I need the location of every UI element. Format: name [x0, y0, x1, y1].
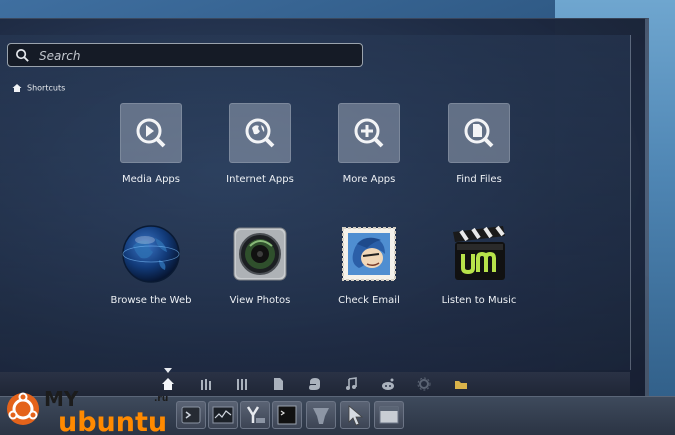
applications-icon[interactable]	[198, 376, 214, 392]
yppa-icon	[246, 406, 265, 423]
app-label: Browse the Web	[110, 295, 192, 306]
search-input[interactable]	[37, 45, 361, 67]
shortcut-more-apps[interactable]: More Apps	[314, 103, 424, 203]
shortcut-internet-apps[interactable]: Internet Apps	[205, 103, 315, 203]
app-label: View Photos	[229, 295, 291, 306]
app-label: Listen to Music	[441, 295, 517, 306]
app-label: Check Email	[338, 295, 400, 306]
active-arrow-icon	[164, 368, 172, 373]
breadcrumb-label: Shortcuts	[27, 83, 66, 93]
stamp-mail-icon	[342, 227, 396, 281]
window-icon	[379, 406, 399, 424]
breadcrumb[interactable]: Shortcuts	[12, 83, 65, 93]
files-icon[interactable]	[270, 376, 286, 392]
camera-lens-icon	[233, 227, 287, 281]
shortcut-label: Media Apps	[122, 174, 180, 185]
shortcut-media-apps[interactable]: Media Apps	[96, 103, 206, 203]
search-icon	[16, 49, 29, 62]
cursor-icon	[348, 405, 364, 426]
tray-app-button[interactable]	[306, 401, 336, 429]
reddit-icon[interactable]	[380, 376, 396, 392]
more-apps-tile	[338, 103, 400, 163]
folder-icon[interactable]	[453, 376, 469, 392]
cursor-app-button[interactable]	[340, 401, 370, 429]
shortcut-label: More Apps	[342, 174, 396, 185]
app-view-photos[interactable]: View Photos	[205, 224, 315, 324]
app-listen-music[interactable]: Listen to Music	[424, 224, 534, 324]
shortcut-label: Internet Apps	[226, 174, 294, 185]
tray-icon	[313, 408, 329, 424]
globe-icon	[245, 118, 275, 148]
play-icon	[136, 118, 166, 148]
plus-icon	[354, 118, 384, 148]
internet-apps-tile	[229, 103, 291, 163]
clapperboard-icon	[453, 225, 505, 280]
terminal-black-app-button[interactable]	[272, 401, 302, 429]
shortcut-label: Find Files	[456, 174, 502, 185]
media-apps-tile	[120, 103, 182, 163]
find-files-tile	[448, 103, 510, 163]
globe-browser-icon	[122, 225, 180, 283]
tools-icon[interactable]	[234, 376, 250, 392]
window-app-button[interactable]	[374, 401, 404, 429]
yppa-app-button[interactable]	[240, 401, 270, 429]
music-icon[interactable]	[343, 376, 359, 392]
home-icon	[12, 84, 22, 92]
file-icon	[464, 118, 494, 148]
python-icon[interactable]	[307, 376, 323, 392]
system-monitor-app-button[interactable]	[208, 401, 238, 429]
app-check-email[interactable]: Check Email	[314, 224, 424, 324]
terminal-app-icon	[181, 406, 201, 424]
app-browse-web[interactable]: Browse the Web	[96, 224, 206, 324]
myubuntu-watermark-logo: MY ubuntu .ru	[7, 387, 168, 434]
shortcut-find-files[interactable]: Find Files	[424, 103, 534, 203]
svg-text:ubuntu: ubuntu	[58, 407, 167, 434]
system-monitor-icon	[212, 406, 234, 424]
gear-icon[interactable]	[416, 376, 432, 392]
terminal-black-icon	[277, 405, 297, 425]
search-box[interactable]	[7, 43, 363, 67]
svg-text:.ru: .ru	[154, 394, 168, 404]
